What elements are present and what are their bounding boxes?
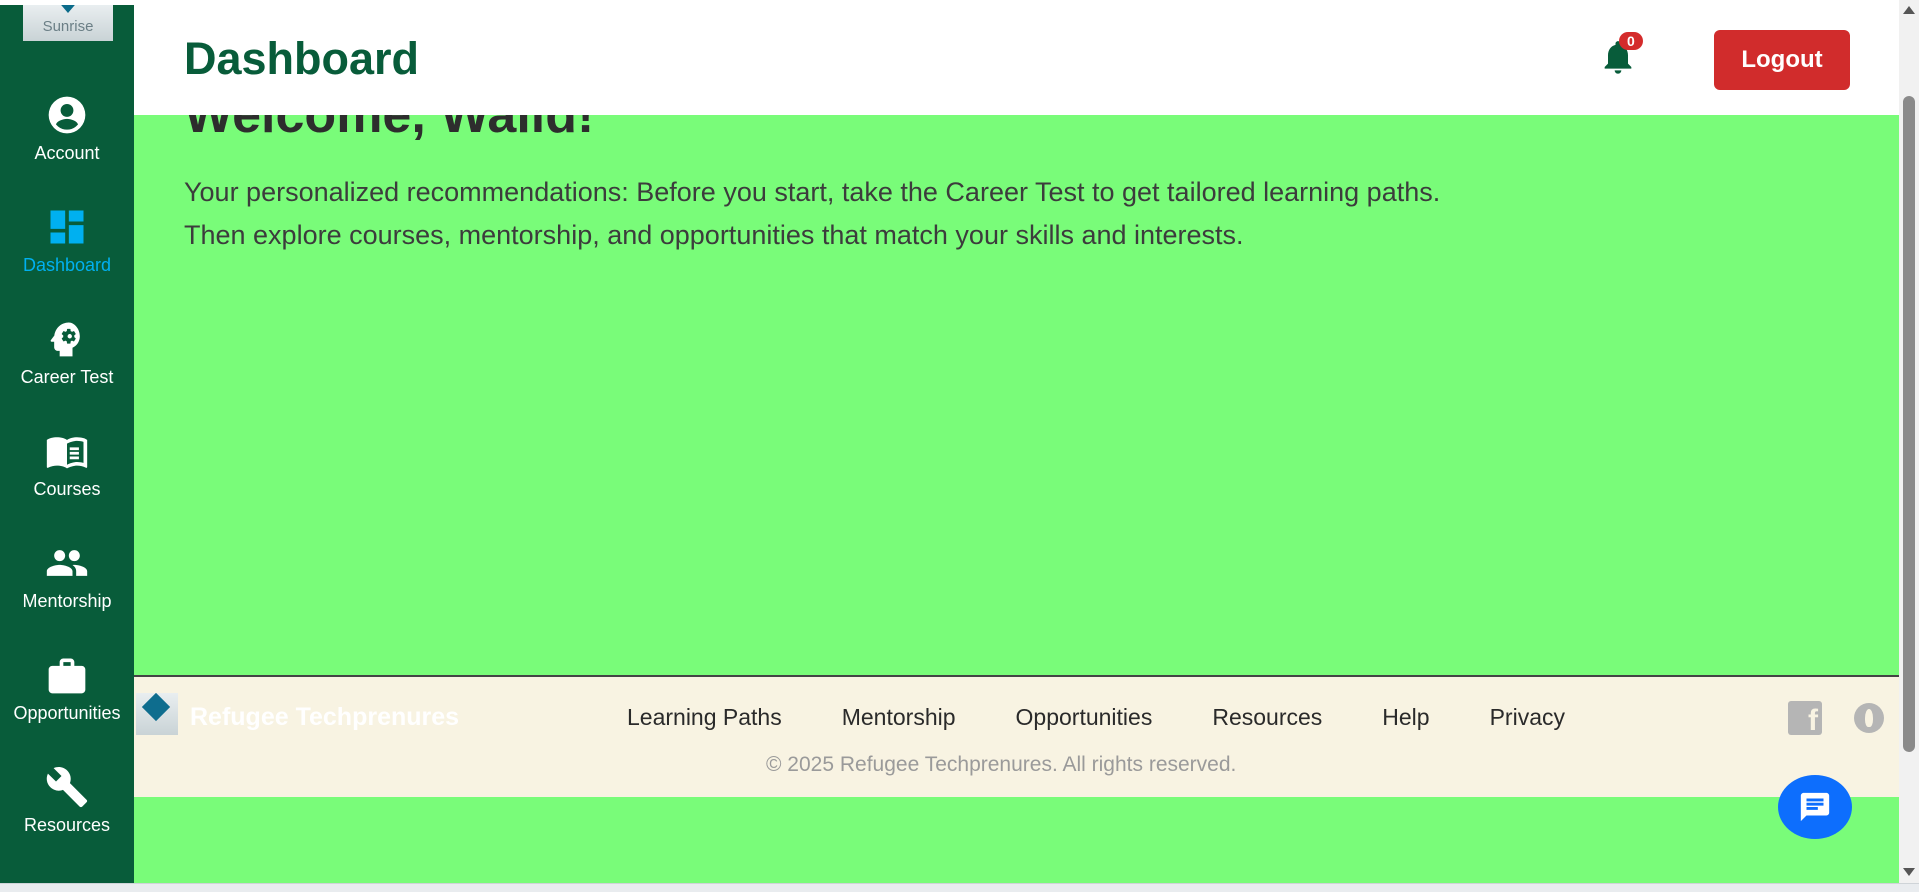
sunrise-logo[interactable]: Sunrise [23, 5, 113, 41]
sidebar-item-resources[interactable]: Resources [0, 765, 134, 836]
social-icon[interactable] [1854, 703, 1884, 733]
logout-button[interactable]: Logout [1714, 30, 1850, 90]
open-book-icon [45, 429, 89, 473]
recommendation-line-1: Your personalized recommendations: Befor… [184, 177, 1441, 207]
sidebar-item-label: Account [34, 143, 100, 163]
scroll-down-arrow-icon[interactable] [1903, 868, 1915, 876]
sidebar-item-opportunities[interactable]: Opportunities [0, 653, 134, 724]
sidebar-item-label: Courses [33, 479, 101, 499]
people-icon [45, 541, 89, 585]
copyright-text: © 2025 Refugee Techprenures. All rights … [766, 753, 1237, 776]
chat-button[interactable] [1778, 775, 1852, 839]
footer-logo[interactable] [136, 693, 178, 735]
sidebar: Sunrise Account Dashboard Career Test Co [0, 5, 134, 883]
chat-bubble-icon [1798, 792, 1832, 827]
footer-brand: Refugee Techprenures [190, 703, 460, 731]
notification-count-badge: 0 [1619, 32, 1643, 50]
footer-nav: Learning Paths Mentorship Opportunities … [627, 704, 1625, 731]
footer-link-opportunities[interactable]: Opportunities [1016, 704, 1153, 731]
account-circle-icon [45, 93, 89, 137]
footer: Refugee Techprenures Learning Paths Ment… [134, 675, 1899, 797]
footer-link-help[interactable]: Help [1382, 704, 1429, 731]
sidebar-item-label: Opportunities [13, 703, 121, 723]
lower-content-area [134, 797, 1899, 883]
footer-link-mentorship[interactable]: Mentorship [842, 704, 956, 731]
scrollbar-thumb[interactable] [1903, 96, 1915, 752]
scroll-up-arrow-icon[interactable] [1903, 6, 1915, 14]
footer-link-learning-paths[interactable]: Learning Paths [627, 704, 782, 731]
bell-icon [1598, 41, 1638, 84]
dashboard-grid-icon [45, 205, 89, 249]
sidebar-item-label: Resources [23, 815, 111, 835]
window-bottom-edge [0, 883, 1919, 892]
sidebar-item-account[interactable]: Account [0, 93, 134, 164]
facebook-icon[interactable]: f [1788, 701, 1822, 735]
welcome-heading: Welcome, Walid! [184, 115, 595, 144]
sidebar-item-dashboard[interactable]: Dashboard [0, 205, 134, 276]
sidebar-item-label: Mentorship [22, 591, 112, 611]
sidebar-item-label: Dashboard [22, 255, 112, 275]
recommendation-text: Your personalized recommendations: Befor… [184, 171, 1784, 257]
main-content: Welcome, Walid! Your personalized recomm… [134, 115, 1899, 675]
wrench-icon [45, 765, 89, 809]
brain-head-icon [45, 317, 89, 361]
sidebar-item-courses[interactable]: Courses [0, 429, 134, 500]
footer-link-privacy[interactable]: Privacy [1490, 704, 1565, 731]
logo-mark-icon [141, 693, 171, 722]
recommendation-line-2: Then explore courses, mentorship, and op… [184, 220, 1244, 250]
sidebar-item-label: Career Test [20, 367, 114, 387]
sidebar-item-mentorship[interactable]: Mentorship [0, 541, 134, 612]
footer-link-resources[interactable]: Resources [1212, 704, 1322, 731]
page-title: Dashboard [184, 33, 420, 84]
notifications-button[interactable]: 0 [1598, 32, 1646, 84]
sidebar-item-career-test[interactable]: Career Test [0, 317, 134, 388]
app-window: Sunrise Account Dashboard Career Test Co [0, 0, 1919, 892]
vertical-scrollbar[interactable] [1899, 0, 1919, 883]
briefcase-icon [45, 653, 89, 697]
top-header: Dashboard 0 Logout [134, 5, 1899, 115]
logo-mark-icon [56, 5, 80, 13]
